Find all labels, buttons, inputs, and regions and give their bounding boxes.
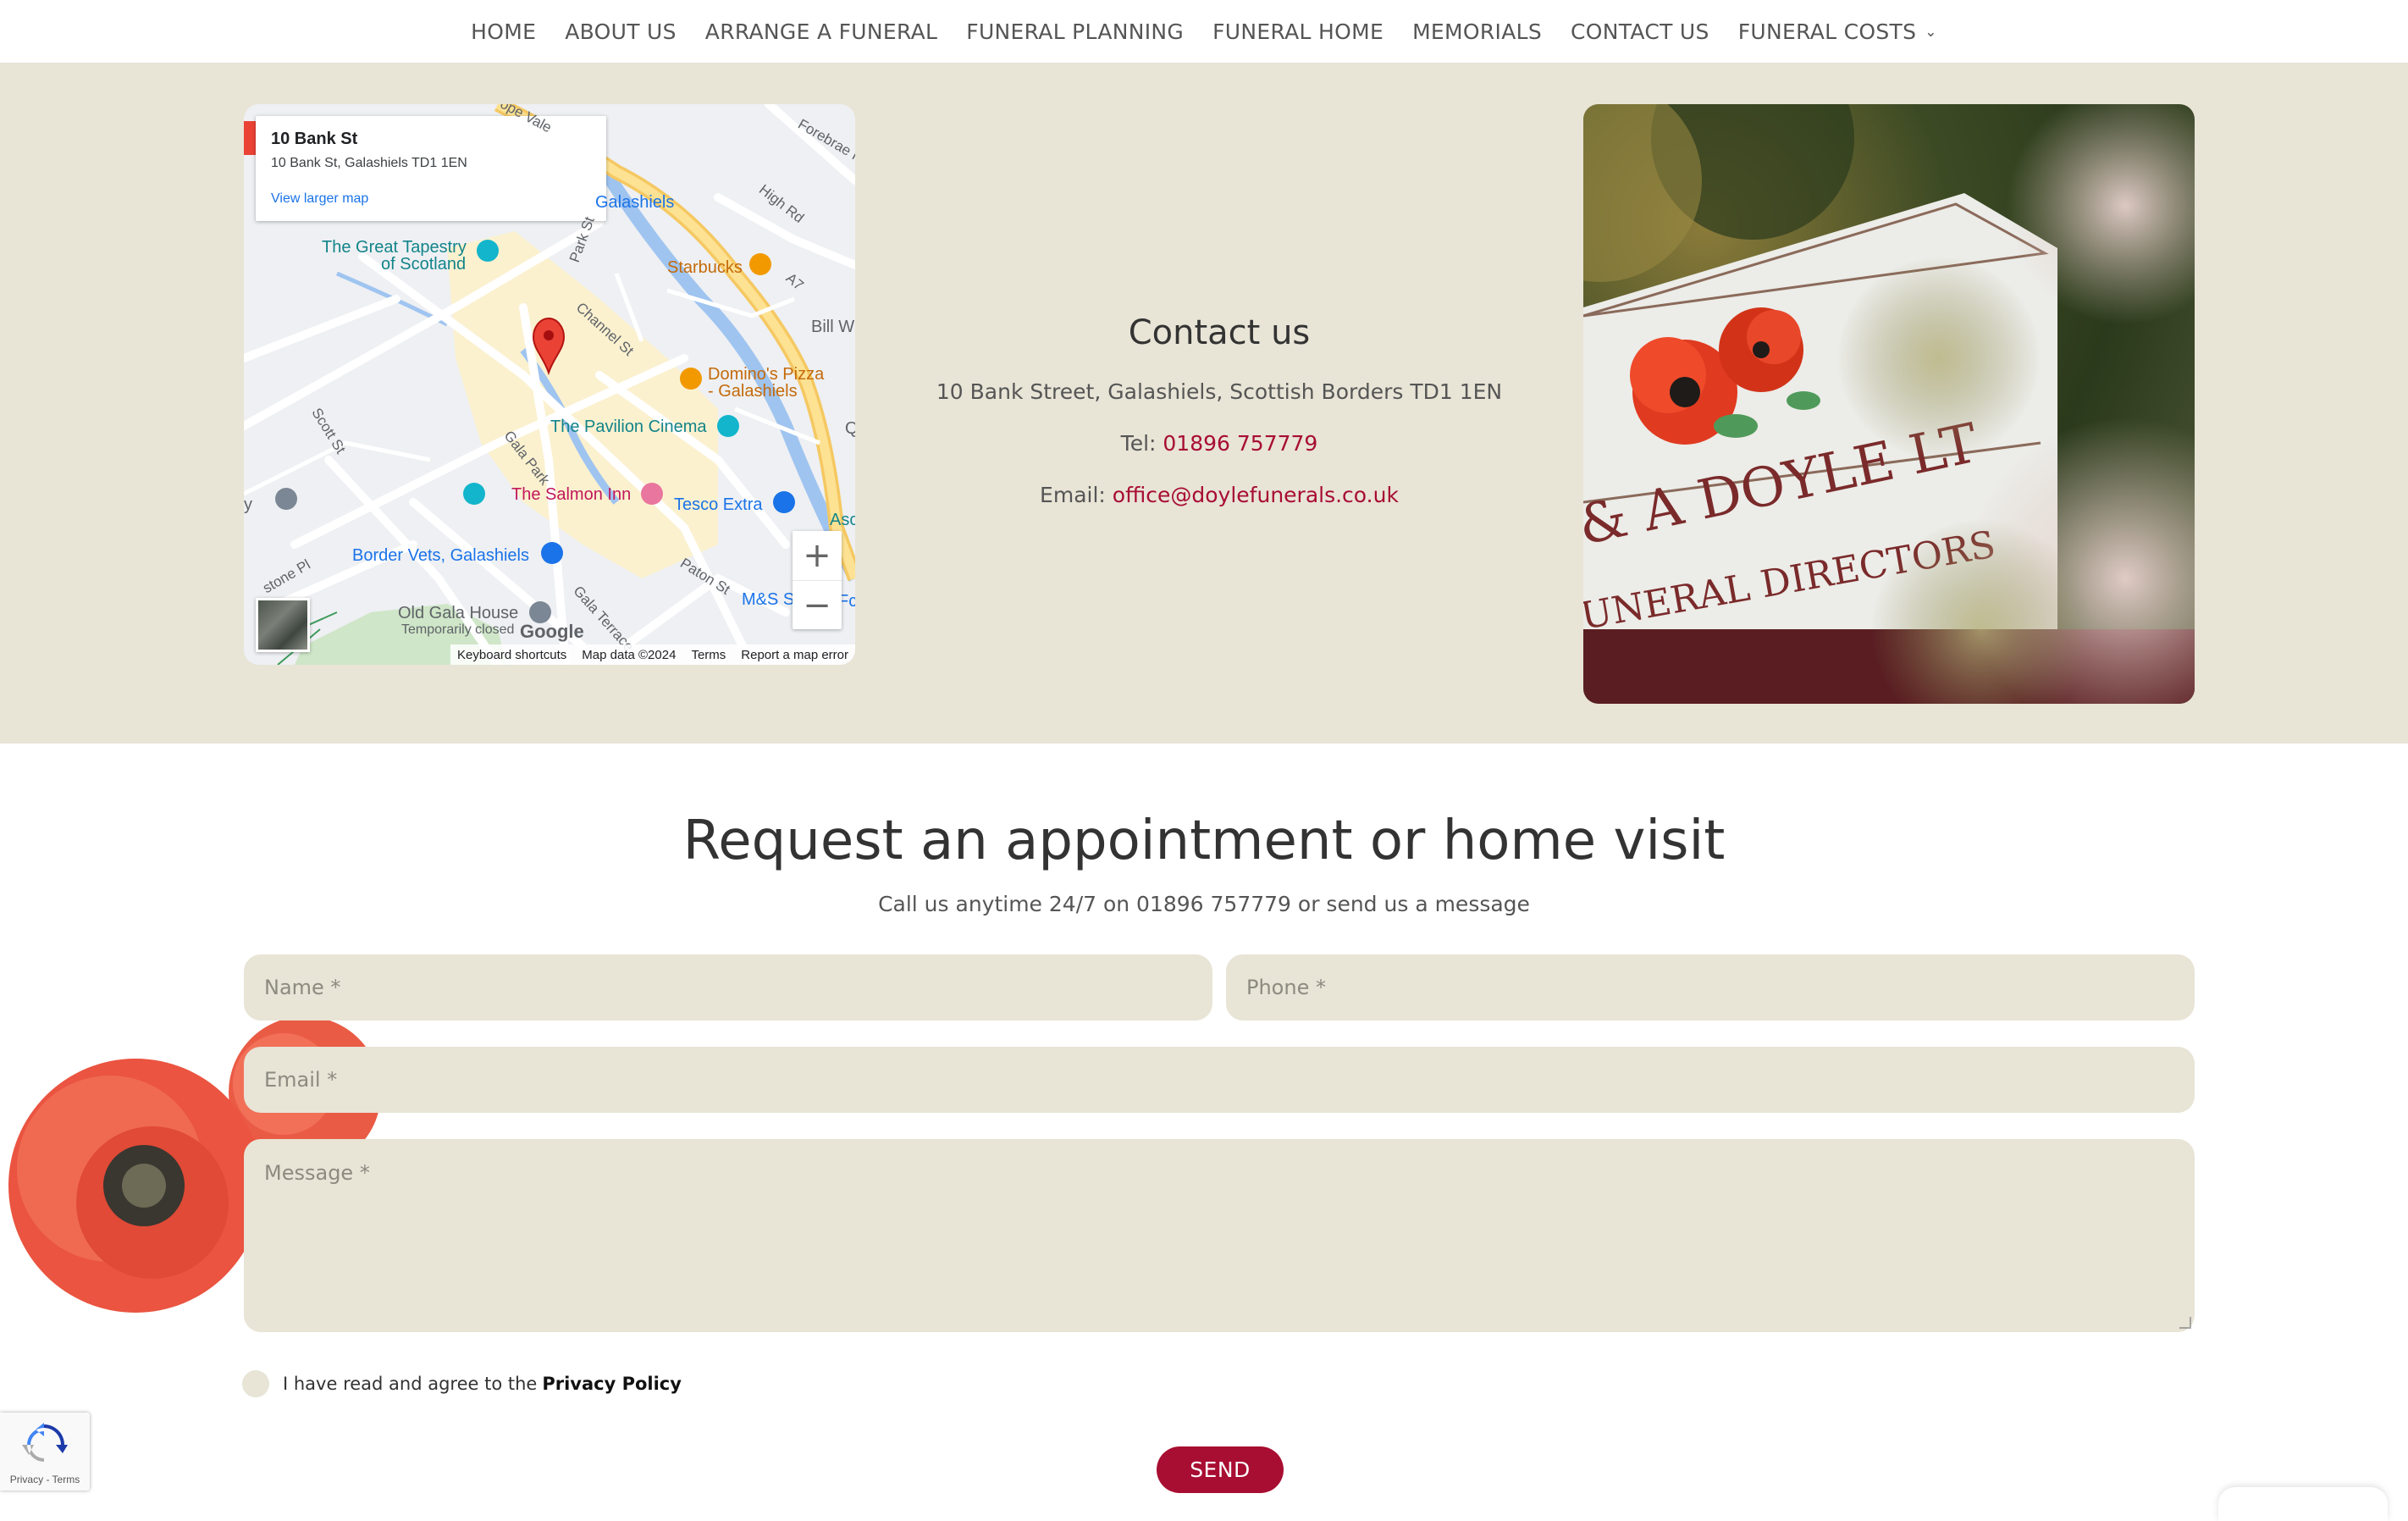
name-input[interactable]: Name * [244, 954, 1212, 1020]
map-label-ms[interactable]: M&S S [742, 590, 794, 610]
google-logo: Google [520, 621, 584, 642]
map-card-address: 10 Bank St, Galashiels TD1 1EN [271, 156, 467, 170]
message-placeholder: Message * [264, 1161, 370, 1185]
tel-label: Tel: [1120, 431, 1157, 456]
recaptcha-icon [22, 1423, 68, 1462]
map-label-q: Q [845, 419, 855, 438]
nav-about-us[interactable]: ABOUT US [565, 19, 677, 44]
chevron-down-icon: ⌄ [1925, 24, 1937, 41]
nav-funeral-planning[interactable]: FUNERAL PLANNING [966, 19, 1184, 44]
appointment-subtitle: Call us anytime 24/7 on 01896 757779 or … [878, 892, 1530, 916]
map-label-old-gala-closed: Temporarily closed [401, 622, 515, 637]
sign-illustration: & A DOYLE LT UNERAL DIRECTORS [1583, 104, 2195, 704]
map-info-card: 10 Bank St 10 Bank St, Galashiels TD1 1E… [256, 116, 606, 221]
phone-input[interactable]: Phone * [1226, 954, 2195, 1020]
map-label-border-vets[interactable]: Border Vets, Galashiels [352, 546, 529, 566]
nav-contact-us[interactable]: CONTACT US [1571, 19, 1709, 44]
map-label-asc: Asc [830, 511, 855, 529]
resize-handle-icon[interactable] [2179, 1317, 2191, 1329]
nav-funeral-home[interactable]: FUNERAL HOME [1212, 19, 1383, 44]
nav-memorials[interactable]: MEMORIALS [1412, 19, 1542, 44]
contact-tel: Tel: 01896 757779 [881, 431, 1558, 456]
view-larger-map-link[interactable]: View larger map [271, 191, 591, 207]
contact-address: 10 Bank Street, Galashiels, Scottish Bor… [936, 379, 1503, 404]
map-label-tesco[interactable]: Tesco Extra [674, 495, 762, 515]
privacy-policy-link[interactable]: Privacy Policy [542, 1374, 682, 1394]
privacy-text: I have read and agree to the [283, 1374, 538, 1394]
keyboard-shortcuts-link[interactable]: Keyboard shortcuts [457, 648, 566, 662]
report-map-error-link[interactable]: Report a map error [741, 648, 848, 662]
map-attribution: Keyboard shortcuts Map data ©2024 Terms … [450, 644, 855, 665]
map-label-salmon-inn[interactable]: The Salmon Inn [511, 485, 631, 505]
map-label-tapestry-2[interactable]: of Scotland [381, 255, 466, 274]
message-textarea[interactable]: Message * [244, 1139, 2195, 1332]
map-label-dominos-2[interactable]: - Galashiels [708, 382, 798, 401]
terms-link[interactable]: Terms [691, 648, 726, 662]
recaptcha-badge[interactable]: Privacy - Terms [0, 1413, 90, 1491]
nav-home[interactable]: HOME [471, 19, 536, 44]
zoom-out-button[interactable]: − [793, 580, 842, 629]
nav-arrange-a-funeral[interactable]: ARRANGE A FUNERAL [705, 19, 937, 44]
funeral-directors-sign-photo: & A DOYLE LT UNERAL DIRECTORS [1583, 104, 2195, 704]
map-label-pavilion[interactable]: The Pavilion Cinema [550, 418, 707, 437]
map-label-old-gala-house[interactable]: Old Gala House [398, 604, 518, 623]
contact-info: Contact us 10 Bank Street, Galashiels, S… [881, 313, 1558, 507]
zoom-in-button[interactable]: + [793, 531, 842, 580]
tel-link[interactable]: 01896 757779 [1163, 431, 1317, 456]
contact-title: Contact us [1128, 313, 1311, 352]
recaptcha-links[interactable]: Privacy - Terms [0, 1474, 90, 1485]
appointment-title: Request an appointment or home visit [682, 810, 1726, 872]
google-map[interactable]: 10 Bank St 10 Bank St, Galashiels TD1 1E… [244, 104, 855, 665]
privacy-checkbox[interactable] [242, 1370, 269, 1397]
map-label-bill-w: Bill W [811, 318, 855, 336]
main-navigation: HOME ABOUT US ARRANGE A FUNERAL FUNERAL … [0, 0, 2408, 64]
privacy-consent: I have read and agree to the Privacy Pol… [242, 1370, 682, 1397]
send-button[interactable]: SEND [1157, 1446, 1284, 1493]
email-input[interactable]: Email * [244, 1047, 2195, 1113]
map-data-text: Map data ©2024 [582, 647, 677, 662]
satellite-toggle-button[interactable] [256, 598, 310, 652]
email-link[interactable]: office@doylefunerals.co.uk [1113, 483, 1399, 507]
nav-funeral-costs-label: FUNERAL COSTS [1737, 19, 1917, 44]
map-label-starbucks[interactable]: Starbucks [667, 258, 743, 278]
email-label: Email: [1040, 483, 1106, 507]
map-zoom-control: + − [793, 531, 842, 629]
contact-email: Email: office@doylefunerals.co.uk [881, 483, 1558, 507]
map-label-galashiels[interactable]: Galashiels [595, 193, 674, 213]
nav-funeral-costs[interactable]: FUNERAL COSTS ⌄ [1738, 19, 1937, 44]
chat-widget-tab[interactable] [2218, 1487, 2388, 1521]
map-label-y: y [244, 495, 252, 514]
